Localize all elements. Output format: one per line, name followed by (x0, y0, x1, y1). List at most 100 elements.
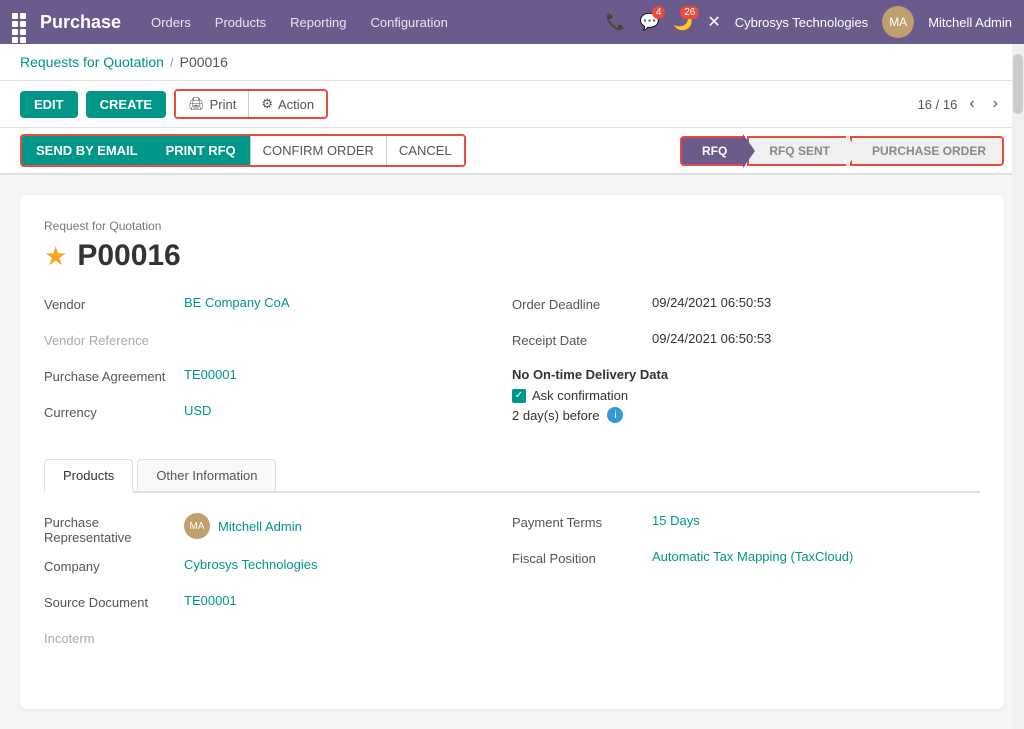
order-deadline-field: Order Deadline 09/24/2021 06:50:53 (512, 295, 950, 319)
form-doc-type: Request for Quotation (44, 219, 980, 233)
chat-badge: 4 (652, 6, 666, 19)
cancel-button[interactable]: CANCEL (386, 136, 464, 165)
confirm-order-button[interactable]: CONFIRM ORDER (250, 136, 386, 165)
nav-reporting[interactable]: Reporting (280, 9, 356, 36)
print-icon: 🖨 (188, 96, 205, 112)
breadcrumb-separator: / (170, 55, 174, 70)
pipeline-step-rfq-sent[interactable]: RFQ SENT (747, 136, 848, 166)
delivery-title: No On-time Delivery Data (512, 367, 950, 382)
payment-terms-field: Payment Terms 15 Days (512, 513, 950, 537)
action-buttons-group: SEND BY EMAIL PRINT RFQ CONFIRM ORDER CA… (20, 134, 466, 167)
rep-avatar: MA (184, 513, 210, 539)
scrollbar-track (1012, 44, 1024, 729)
order-deadline-label: Order Deadline (512, 295, 652, 312)
favorite-star-icon[interactable]: ★ (44, 241, 67, 272)
ask-confirmation-label: Ask confirmation (532, 388, 628, 403)
form-fields: Vendor BE Company CoA Vendor Reference P… (44, 295, 980, 439)
nav-configuration[interactable]: Configuration (360, 9, 457, 36)
purchase-agreement-label: Purchase Agreement (44, 367, 184, 384)
vendor-ref-field: Vendor Reference (44, 331, 482, 355)
top-navigation: Purchase Orders Products Reporting Confi… (0, 0, 1024, 44)
currency-label: Currency (44, 403, 184, 420)
pagination-text: 16 / 16 (918, 97, 958, 112)
action-button[interactable]: ⚙ Action (249, 91, 326, 117)
breadcrumb: Requests for Quotation / P00016 (0, 44, 1024, 81)
fiscal-position-label: Fiscal Position (512, 549, 652, 566)
nav-orders[interactable]: Orders (141, 9, 201, 36)
receipt-date-label: Receipt Date (512, 331, 652, 348)
delivery-box: No On-time Delivery Data Ask confirmatio… (512, 367, 950, 423)
create-button[interactable]: CREATE (86, 91, 166, 118)
payment-terms-value[interactable]: 15 Days (652, 513, 700, 528)
vendor-label: Vendor (44, 295, 184, 312)
nav-right: 📞 💬 4 🌙 26 ✕ Cybrosys Technologies MA Mi… (606, 6, 1012, 38)
vendor-value[interactable]: BE Company CoA (184, 295, 290, 310)
breadcrumb-current: P00016 (180, 54, 228, 70)
activity-icon[interactable]: 🌙 26 (673, 12, 693, 32)
user-name: Mitchell Admin (928, 15, 1012, 30)
purchase-agreement-field: Purchase Agreement TE00001 (44, 367, 482, 391)
source-doc-value[interactable]: TE00001 (184, 593, 237, 608)
pagination: 16 / 16 ‹ › (918, 93, 1004, 115)
left-fields: Vendor BE Company CoA Vendor Reference P… (44, 295, 512, 439)
tab-content-other-info: Purchase Representative MA Mitchell Admi… (44, 493, 980, 685)
close-icon[interactable]: ✕ (707, 12, 720, 32)
secondary-action-bar: SEND BY EMAIL PRINT RFQ CONFIRM ORDER CA… (0, 128, 1024, 175)
incoterm-field: Incoterm (44, 629, 482, 653)
print-button[interactable]: 🖨 Print (176, 91, 249, 117)
tabs-bar: Products Other Information (44, 459, 980, 493)
info-icon[interactable]: i (607, 407, 623, 423)
form-doc-id-row: ★ P00016 (44, 239, 980, 273)
purchase-rep-label: Purchase Representative (44, 513, 184, 545)
order-deadline-value: 09/24/2021 06:50:53 (652, 295, 771, 310)
activity-badge: 26 (680, 6, 699, 19)
other-info-fields: Purchase Representative MA Mitchell Admi… (44, 513, 980, 665)
pipeline-step-purchase-order[interactable]: PURCHASE ORDER (850, 136, 1004, 166)
source-doc-field: Source Document TE00001 (44, 593, 482, 617)
ask-confirmation-checkbox[interactable] (512, 389, 526, 403)
source-doc-label: Source Document (44, 593, 184, 610)
company-value[interactable]: Cybrosys Technologies (184, 557, 317, 572)
fiscal-position-value[interactable]: Automatic Tax Mapping (TaxCloud) (652, 549, 853, 564)
incoterm-label: Incoterm (44, 629, 184, 646)
form-card: Request for Quotation ★ P00016 Vendor BE… (20, 195, 1004, 709)
payment-terms-label: Payment Terms (512, 513, 652, 530)
pipeline-step-rfq[interactable]: RFQ (680, 136, 745, 166)
right-fields: Order Deadline 09/24/2021 06:50:53 Recei… (512, 295, 980, 439)
user-avatar[interactable]: MA (882, 6, 914, 38)
print-action-group: 🖨 Print ⚙ Action (174, 89, 328, 119)
nav-menu: Orders Products Reporting Configuration (141, 9, 458, 36)
edit-button[interactable]: EDIT (20, 91, 78, 118)
phone-icon[interactable]: 📞 (606, 12, 626, 32)
prev-page-button[interactable]: ‹ (963, 93, 980, 115)
breadcrumb-parent[interactable]: Requests for Quotation (20, 54, 164, 70)
currency-value[interactable]: USD (184, 403, 211, 418)
tab-other-information[interactable]: Other Information (137, 459, 276, 491)
purchase-rep-value[interactable]: Mitchell Admin (218, 519, 302, 534)
document-id: P00016 (77, 239, 180, 273)
print-rfq-button[interactable]: PRINT RFQ (152, 136, 250, 165)
receipt-date-value: 09/24/2021 06:50:53 (652, 331, 771, 346)
tab-products[interactable]: Products (44, 459, 133, 493)
apps-grid-icon[interactable] (12, 13, 30, 31)
other-info-right: Payment Terms 15 Days Fiscal Position Au… (512, 513, 980, 665)
main-content: Request for Quotation ★ P00016 Vendor BE… (0, 175, 1024, 729)
purchase-agreement-value[interactable]: TE00001 (184, 367, 237, 382)
company-label: Company (44, 557, 184, 574)
vendor-ref-label: Vendor Reference (44, 331, 184, 348)
gear-icon: ⚙ (261, 96, 273, 112)
receipt-date-field: Receipt Date 09/24/2021 06:50:53 (512, 331, 950, 355)
status-pipeline: RFQ RFQ SENT PURCHASE ORDER (680, 136, 1004, 166)
brand-name[interactable]: Purchase (40, 12, 121, 33)
chat-icon[interactable]: 💬 4 (639, 12, 659, 32)
purchase-rep-field: Purchase Representative MA Mitchell Admi… (44, 513, 482, 545)
ask-confirmation-row: Ask confirmation (512, 388, 950, 403)
currency-field: Currency USD (44, 403, 482, 427)
other-info-left: Purchase Representative MA Mitchell Admi… (44, 513, 512, 665)
send-email-button[interactable]: SEND BY EMAIL (22, 136, 152, 165)
scrollbar-thumb[interactable] (1013, 54, 1023, 114)
nav-products[interactable]: Products (205, 9, 276, 36)
vendor-field: Vendor BE Company CoA (44, 295, 482, 319)
next-page-button[interactable]: › (987, 93, 1004, 115)
company-name: Cybrosys Technologies (735, 15, 868, 30)
